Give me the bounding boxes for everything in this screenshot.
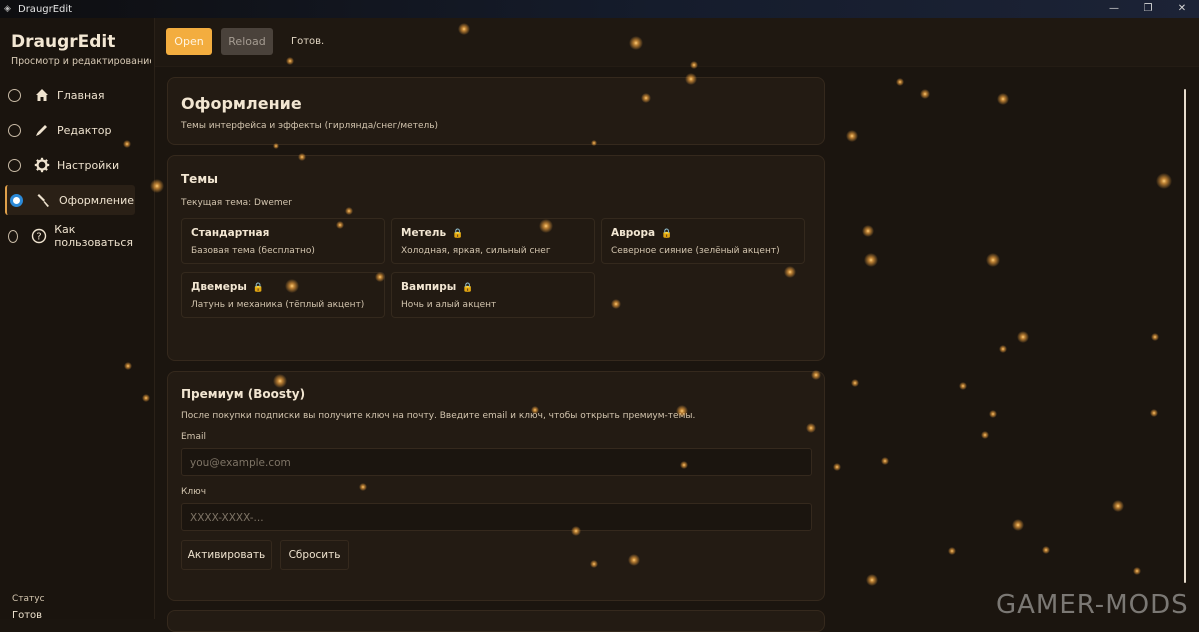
email-label: Email: [181, 432, 206, 442]
pencil-icon: [34, 122, 50, 138]
next-card: [167, 610, 825, 632]
reload-button[interactable]: Reload: [221, 28, 273, 55]
sidebar-item-editor[interactable]: Редактор: [5, 115, 133, 145]
status-label: Статус: [12, 594, 45, 604]
minimize-button[interactable]: —: [1097, 0, 1131, 18]
key-input[interactable]: XXXX-XXXX-...: [181, 503, 812, 531]
sidebar-item-label: Как пользоваться: [54, 223, 133, 249]
lock-icon: 🔒: [661, 229, 673, 239]
brush-icon: [36, 192, 52, 208]
theme-desc: Латунь и механика (тёплый акцент): [191, 300, 365, 310]
email-input[interactable]: you@example.com: [181, 448, 812, 476]
themes-title: Темы: [181, 172, 218, 186]
lock-icon: 🔒: [252, 283, 265, 293]
sidebar-item-home[interactable]: Главная: [5, 80, 133, 110]
sidebar-item-help[interactable]: ? Как пользоваться: [5, 221, 133, 251]
theme-desc: Базовая тема (бесплатно): [191, 246, 315, 256]
theme-name: Двемеры: [191, 281, 247, 293]
premium-title: Премиум (Boosty): [181, 387, 306, 401]
page-subtitle: Темы интерфейса и эффекты (гирлянда/снег…: [181, 121, 439, 131]
radio-help[interactable]: [8, 229, 19, 243]
premium-description: После покупки подписки вы получите ключ …: [181, 411, 696, 421]
theme-card-aurora[interactable]: Аврора 🔒 Северное сияние (зелёный акцент): [601, 218, 805, 264]
themes-card: Темы Текущая тема: Dwemer Стандартная Ба…: [167, 155, 825, 361]
radio-home[interactable]: [8, 88, 21, 102]
theme-desc: Северное сияние (зелёный акцент): [611, 246, 780, 256]
sidebar-item-label: Настройки: [57, 158, 120, 172]
title-bar: ◈ DraugrEdit — ❐ ✕: [0, 0, 1199, 18]
watermark: GAMER-MODS: [996, 590, 1189, 620]
sidebar: DraugrEdit Просмотр и редактирование ст …: [0, 18, 155, 621]
theme-desc: Ночь и алый акцент: [401, 300, 497, 310]
scrollbar[interactable]: [1184, 89, 1186, 583]
current-theme: Текущая тема: Dwemer: [181, 198, 292, 208]
sidebar-item-label: Оформление: [59, 193, 134, 207]
theme-card-standard[interactable]: Стандартная Базовая тема (бесплатно): [181, 218, 385, 264]
theme-card-dwemer[interactable]: Двемеры 🔒 Латунь и механика (тёплый акцен…: [181, 272, 385, 318]
theme-name: Аврора: [611, 227, 656, 239]
theme-name: Вампиры: [401, 281, 457, 293]
app-icon: ◈: [4, 4, 11, 14]
key-label: Ключ: [181, 487, 207, 497]
status-value: Готов: [12, 610, 43, 621]
app-brand: DraugrEdit: [11, 32, 116, 52]
theme-name: Стандартная: [191, 227, 270, 239]
open-button[interactable]: Open: [166, 28, 212, 55]
page-title: Оформление: [181, 94, 302, 113]
close-button[interactable]: ✕: [1165, 0, 1199, 18]
theme-card-blizzard[interactable]: Метель 🔒 Холодная, яркая, сильный снег: [391, 218, 595, 264]
radio-editor[interactable]: [8, 123, 21, 137]
app-subtitle: Просмотр и редактирование ст: [11, 56, 151, 67]
theme-name: Метель: [401, 227, 447, 239]
header-card: Оформление Темы интерфейса и эффекты (ги…: [167, 77, 825, 145]
lock-icon: 🔒: [452, 229, 464, 239]
maximize-button[interactable]: ❐: [1131, 0, 1165, 18]
toolbar: Open Reload Готов.: [155, 18, 1199, 67]
radio-appearance[interactable]: [10, 193, 23, 207]
theme-desc: Холодная, яркая, сильный снег: [401, 246, 551, 256]
help-icon: ?: [31, 228, 47, 244]
toolbar-status: Готов.: [291, 36, 325, 47]
sidebar-item-appearance[interactable]: Оформление: [5, 185, 135, 215]
reset-button[interactable]: Сбросить: [280, 540, 349, 570]
home-icon: [34, 87, 50, 103]
window-title: DraugrEdit: [18, 3, 73, 15]
radio-settings[interactable]: [8, 158, 21, 172]
svg-text:?: ?: [37, 232, 42, 243]
activate-button[interactable]: Активировать: [181, 540, 272, 570]
sidebar-item-label: Главная: [57, 88, 105, 102]
sidebar-item-settings[interactable]: Настройки: [5, 150, 133, 180]
gear-icon: [34, 157, 50, 173]
sidebar-item-label: Редактор: [57, 123, 112, 137]
theme-card-vampires[interactable]: Вампиры 🔒 Ночь и алый акцент: [391, 272, 595, 318]
premium-card: Премиум (Boosty) После покупки подписки …: [167, 371, 825, 601]
lock-icon: 🔒: [462, 283, 474, 293]
